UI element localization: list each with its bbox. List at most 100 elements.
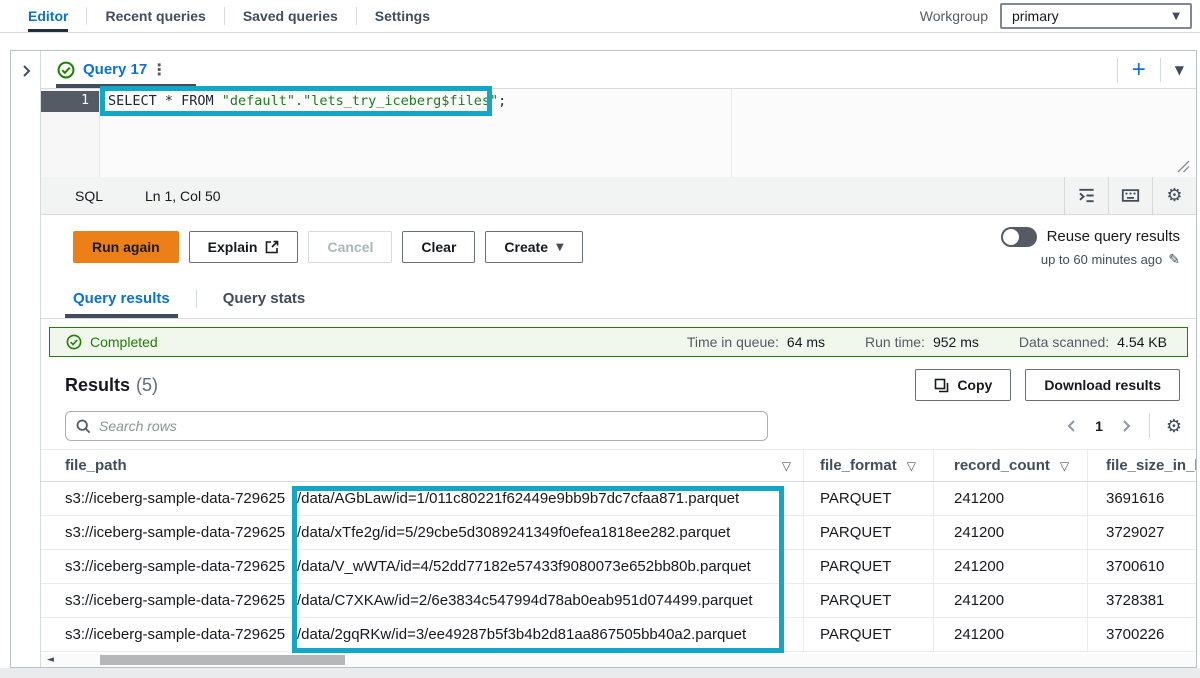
divider: [196, 289, 197, 308]
format-query-button[interactable]: [1064, 177, 1108, 214]
chevron-left-icon: [1065, 419, 1079, 433]
new-query-tab-button[interactable]: +: [1132, 58, 1146, 82]
editor-ruler: [731, 89, 732, 177]
current-page-number[interactable]: 1: [1095, 418, 1103, 434]
sql-keywords: SELECT * FROM: [108, 93, 222, 109]
scrollbar-thumb[interactable]: [100, 655, 345, 665]
tab-list-dropdown-icon[interactable]: ▼: [1175, 63, 1184, 77]
file-path-prefix: s3://iceberg-sample-data-729625: [65, 592, 297, 609]
copy-label: Copy: [957, 377, 992, 393]
next-page-button[interactable]: [1119, 419, 1133, 433]
sql-editor[interactable]: 1 SELECT * FROM "default"."lets_try_iceb…: [41, 89, 1196, 177]
search-icon: [76, 419, 91, 434]
nav-tab-saved-queries[interactable]: Saved queries: [243, 0, 338, 32]
status-text: Completed: [90, 334, 158, 350]
column-label: file_size_in_b: [1106, 457, 1196, 474]
copy-button[interactable]: Copy: [915, 369, 1011, 401]
column-header-record-count[interactable]: record_count▽: [933, 450, 1087, 481]
language-label: SQL: [75, 188, 103, 204]
metric-label: Run time:: [865, 334, 925, 350]
nav-tab-label: Recent queries: [105, 8, 205, 24]
cell-file-size: 3691616: [1087, 482, 1196, 515]
column-header-file-path[interactable]: file_path▽: [41, 450, 803, 481]
file-path-data: /data/AGbLaw/id=1/011c80221f62449e9bb9b7…: [297, 490, 784, 507]
cancel-button: Cancel: [308, 231, 392, 263]
editor-settings-button[interactable]: ⚙: [1152, 177, 1196, 214]
chevron-down-icon: ▼: [1172, 11, 1180, 22]
workgroup-selected-value: primary: [1012, 8, 1059, 24]
cell-file-format: PARQUET: [803, 584, 933, 617]
cell-record-count: 241200: [933, 584, 1087, 617]
file-path-prefix: s3://iceberg-sample-data-729625: [65, 490, 297, 507]
previous-page-button[interactable]: [1065, 419, 1079, 433]
file-path-prefix: s3://iceberg-sample-data-729625: [65, 524, 297, 541]
workgroup-select[interactable]: primary ▼: [1000, 3, 1192, 29]
results-toolbar: 1 ⚙: [41, 409, 1196, 449]
table-row[interactable]: s3://iceberg-sample-data-729625/data/C7X…: [41, 584, 1196, 618]
search-box: [65, 411, 768, 441]
clear-button[interactable]: Clear: [402, 231, 475, 263]
nav-divider: [224, 7, 225, 25]
filter-icon[interactable]: ▽: [782, 459, 791, 473]
code-area[interactable]: SELECT * FROM "default"."lets_try_iceber…: [100, 89, 1196, 177]
divider: [1117, 58, 1118, 82]
results-count: (5): [136, 375, 158, 396]
divider: [1160, 58, 1161, 82]
reuse-results-label: Reuse query results: [1047, 228, 1180, 245]
table-row[interactable]: s3://iceberg-sample-data-729625/data/AGb…: [41, 482, 1196, 516]
nav-tab-editor[interactable]: Editor: [28, 0, 68, 32]
download-results-button[interactable]: Download results: [1025, 369, 1180, 401]
editor-resize-handle[interactable]: [1177, 160, 1190, 173]
nav-divider: [86, 7, 87, 25]
expand-panel-button[interactable]: [18, 63, 34, 667]
file-path-data: /data/2gqRKw/id=3/ee49287b5f3b4b2d81aa86…: [297, 626, 784, 643]
keyboard-shortcuts-button[interactable]: [1108, 177, 1152, 214]
chevron-right-icon: [1119, 419, 1133, 433]
reuse-results-toggle[interactable]: [1001, 227, 1037, 247]
results-header: Results (5) Copy Download results: [41, 357, 1196, 409]
table-row[interactable]: s3://iceberg-sample-data-729625/data/2gq…: [41, 618, 1196, 652]
editor-status-bar: SQL Ln 1, Col 50 ⚙: [41, 177, 1196, 215]
explain-button[interactable]: Explain: [189, 231, 299, 263]
file-path-data: /data/xTfe2g/id=5/29cbe5d3089241349f0efe…: [297, 524, 784, 541]
column-label: file_format: [820, 457, 897, 474]
tab-label: Query results: [73, 290, 170, 307]
table-preferences-gear-icon[interactable]: ⚙: [1166, 416, 1182, 437]
cell-file-format: PARQUET: [803, 482, 933, 515]
query-tab[interactable]: Query 17: [57, 61, 147, 79]
nav-tab-label: Settings: [375, 8, 430, 24]
results-tab-bar: Query results Query stats: [41, 279, 1196, 319]
filter-icon[interactable]: ▽: [907, 459, 916, 473]
athena-query-editor: Editor Recent queries Saved queries Sett…: [0, 0, 1200, 678]
tab-query-stats[interactable]: Query stats: [215, 279, 314, 318]
nav-tab-settings[interactable]: Settings: [375, 0, 430, 32]
cell-file-format: PARQUET: [803, 550, 933, 583]
scroll-left-arrow-icon[interactable]: ◄: [47, 655, 54, 665]
file-path-data: /data/V_wWTA/id=4/52dd77182e57433f908007…: [297, 558, 784, 575]
tab-query-results[interactable]: Query results: [65, 279, 178, 318]
horizontal-scrollbar[interactable]: ◄: [41, 654, 1196, 667]
cursor-position: Ln 1, Col 50: [145, 188, 221, 204]
edit-pencil-icon[interactable]: ✎: [1168, 252, 1180, 268]
run-again-button[interactable]: Run again: [73, 231, 179, 263]
file-path-prefix: s3://iceberg-sample-data-729625: [65, 626, 297, 643]
column-header-file-size[interactable]: file_size_in_b: [1087, 450, 1196, 481]
nav-divider: [356, 7, 357, 25]
table-row[interactable]: s3://iceberg-sample-data-729625/data/V_w…: [41, 550, 1196, 584]
table-row[interactable]: s3://iceberg-sample-data-729625/data/xTf…: [41, 516, 1196, 550]
query-tab-menu-icon[interactable]: ⋮: [147, 60, 171, 79]
search-rows-input[interactable]: [99, 418, 757, 434]
cell-file-path: s3://iceberg-sample-data-729625/data/AGb…: [41, 482, 803, 515]
metric-time-in-queue: Time in queue:64 ms: [687, 334, 825, 350]
filter-icon[interactable]: ▽: [1060, 459, 1069, 473]
workgroup-label: Workgroup: [920, 8, 988, 24]
nav-tab-label: Saved queries: [243, 8, 338, 24]
check-circle-icon: [57, 61, 75, 79]
editor-panel: Query 17 ⋮ + ▼ 1 SELECT * FROM "default"…: [10, 50, 1197, 668]
metric-value: 4.54 KB: [1117, 334, 1167, 350]
nav-tab-recent-queries[interactable]: Recent queries: [105, 0, 205, 32]
column-header-file-format[interactable]: file_format ▽: [803, 450, 933, 481]
toggle-knob: [1003, 229, 1019, 245]
cell-file-path: s3://iceberg-sample-data-729625/data/2gq…: [41, 618, 803, 651]
create-button[interactable]: Create ▼: [485, 231, 582, 263]
